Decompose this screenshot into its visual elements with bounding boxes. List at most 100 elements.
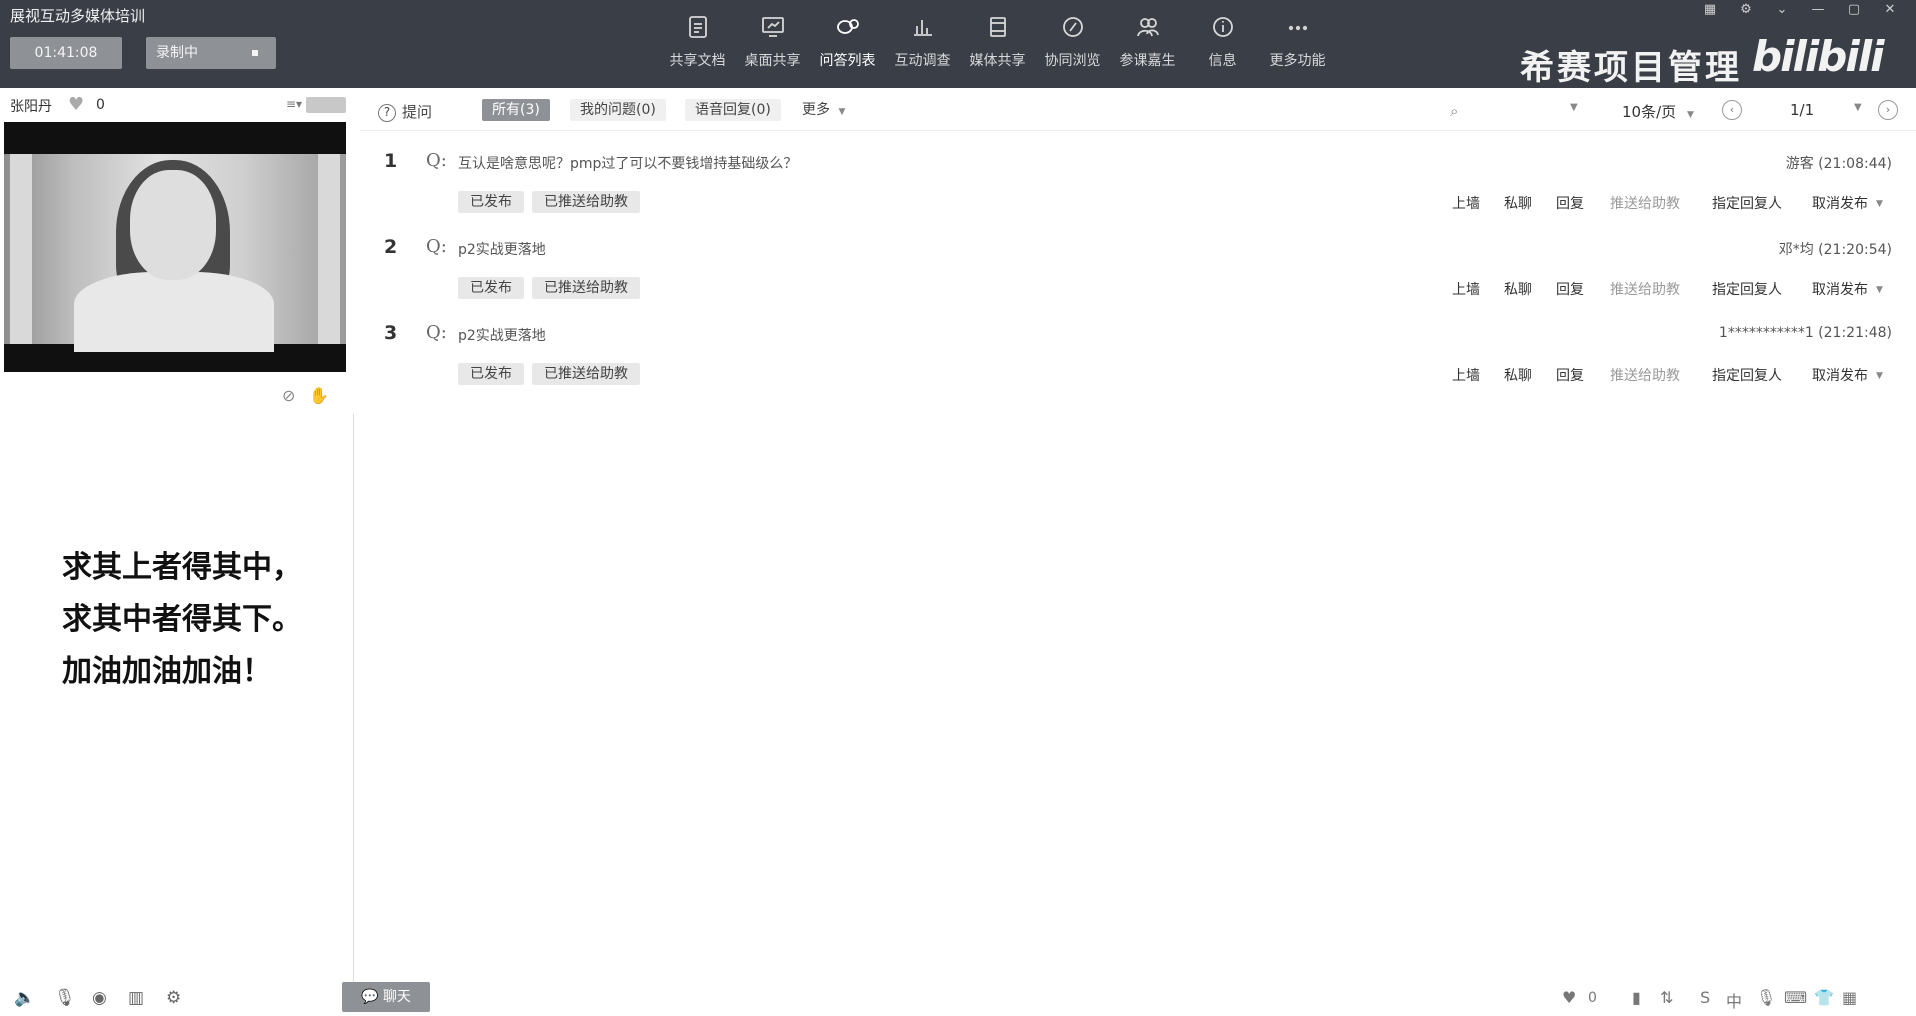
unpublish-label: 取消发布 (1812, 196, 1868, 212)
raise-hand-icon[interactable]: ✋ (309, 386, 329, 405)
slogan-text: 求其上者得其中， 求其中者得其下。 加油加油加油！ (62, 542, 302, 698)
question-prefix: Q: (426, 150, 447, 171)
record-button[interactable]: 录制中 (146, 37, 276, 69)
microphone-icon[interactable]: 🎙 (54, 988, 76, 1008)
chevron-down-icon: ▼ (838, 107, 846, 117)
question-number: 1 (384, 150, 398, 172)
tool-info[interactable]: 信息 (1185, 12, 1260, 76)
filter-all[interactable]: 所有(3) (482, 99, 550, 121)
tool-label: 参课嘉生 (1119, 53, 1176, 69)
toolbox-icon[interactable]: ▦ (1842, 988, 1857, 1007)
reply-button[interactable]: 回复 (1556, 279, 1584, 299)
wall-button[interactable]: 上墙 (1452, 279, 1480, 299)
tool-co-browse[interactable]: 协同浏览 (1035, 12, 1110, 76)
more-icon (1283, 12, 1313, 42)
unpublish-button[interactable]: 取消发布 ▼ (1812, 193, 1883, 213)
wall-button[interactable]: 上墙 (1452, 193, 1480, 213)
volume-meter-icon[interactable]: ▥ (128, 988, 144, 1008)
qa-toolbar: ? 提问 所有(3) 我的问题(0) 语音回复(0) 更多 ▼ ⌕ ▼ 10条/页… (360, 96, 1916, 124)
network-traffic-icon: ⇅ (1660, 988, 1674, 1007)
input-method-icon[interactable]: S (1700, 988, 1710, 1007)
tool-participants[interactable]: 参课嘉生 (1110, 12, 1185, 76)
microphone-icon[interactable]: 🎙 (1756, 988, 1776, 1007)
pushed-tag: 已推送给助教 (532, 191, 640, 213)
private-chat-button[interactable]: 私聊 (1504, 193, 1532, 213)
ask-label: 提问 (402, 103, 433, 121)
reply-button[interactable]: 回复 (1556, 365, 1584, 385)
heart-icon[interactable]: ♥ (1562, 988, 1576, 1007)
close-icon[interactable]: ✕ (1872, 0, 1908, 18)
tool-survey[interactable]: 互动调查 (885, 12, 960, 76)
push-to-assistant-button[interactable]: 推送给助教 (1610, 193, 1680, 213)
slogan-line: 求其中者得其下。 (62, 602, 302, 637)
bilibili-logo: bilibili (1752, 32, 1885, 81)
filter-voice-replies[interactable]: 语音回复(0) (685, 99, 781, 121)
tool-desktop-share[interactable]: 桌面共享 (735, 12, 810, 76)
speaker-icon[interactable]: 🔈 (14, 988, 35, 1008)
tool-media-share[interactable]: 媒体共享 (960, 12, 1035, 76)
collapse-icon[interactable]: ⌄ (1764, 0, 1800, 18)
desktop-share-icon (758, 12, 788, 42)
video-toggle[interactable] (306, 97, 346, 113)
presenter-row: 张阳丹 ♥ 0 ≡▾ (0, 88, 354, 118)
assign-responder-button[interactable]: 指定回复人 (1712, 193, 1782, 213)
window-controls: ▦ ⚙ ⌄ — ▢ ✕ (1692, 0, 1908, 18)
info-icon (1208, 12, 1238, 42)
qa-panel: ? 提问 所有(3) 我的问题(0) 语音回复(0) 更多 ▼ ⌕ ▼ 10条/页… (360, 88, 1916, 1016)
unpublish-button[interactable]: 取消发布 ▼ (1812, 279, 1883, 299)
settings-icon[interactable]: ⚙ (1728, 0, 1764, 18)
camera-icon[interactable]: ◉ (92, 988, 107, 1008)
chevron-down-icon: ▼ (1876, 371, 1883, 381)
filter-more[interactable]: 更多 ▼ (792, 99, 855, 121)
pushed-tag: 已推送给助教 (532, 277, 640, 299)
question-row: 1 Q: 互认是啥意思呢？pmp过了可以不要钱增持基础级么？ 游客 (21:08… (360, 144, 1916, 230)
tool-more[interactable]: 更多功能 (1260, 12, 1335, 76)
skin-icon[interactable]: 👕 (1814, 988, 1834, 1007)
reply-button[interactable]: 回复 (1556, 193, 1584, 213)
unpublish-button[interactable]: 取消发布 ▼ (1812, 365, 1883, 385)
media-share-icon (983, 12, 1013, 42)
timer-button[interactable]: 01:41:08 (10, 37, 122, 69)
prev-page-icon[interactable]: ‹ (1722, 100, 1742, 120)
assign-responder-button[interactable]: 指定回复人 (1712, 279, 1782, 299)
question-number: 2 (384, 236, 398, 258)
left-panel: 张阳丹 ♥ 0 ≡▾ ⊘ ✋ 求其上者得其中， 求其中者得其下。 加油加油加油！ (0, 88, 354, 1016)
keyboard-icon[interactable]: ⌨ (1784, 988, 1807, 1007)
push-to-assistant-button[interactable]: 推送给助教 (1610, 365, 1680, 385)
video-layout-icon[interactable]: ≡▾ (286, 97, 302, 111)
tool-share-document[interactable]: 共享文档 (660, 12, 735, 76)
input-language-icon[interactable]: 中 (1726, 988, 1742, 1012)
published-tag: 已发布 (458, 191, 524, 213)
brand-watermark: 希赛项目管理 (1520, 48, 1742, 88)
unpublish-label: 取消发布 (1812, 282, 1868, 298)
next-page-icon[interactable]: › (1878, 100, 1898, 120)
video-screen-panel (318, 154, 340, 344)
per-page-select[interactable]: 10条/页 ▼ (1622, 101, 1694, 122)
heart-icon[interactable]: ♥ (68, 94, 84, 115)
bottom-media-bar: 🔈 🎙 ◉ ▥ ⚙ (0, 980, 354, 1016)
question-prefix: Q: (426, 236, 447, 257)
function-toolbar: 共享文档 桌面共享 问答列表 互动调查 媒体共享 协同浏览 参课嘉生 信息 更多… (660, 12, 1335, 76)
search-dropdown-icon[interactable]: ▼ (1570, 102, 1578, 113)
ask-button[interactable]: ? 提问 (378, 101, 432, 122)
tool-label: 更多功能 (1269, 53, 1326, 69)
assign-responder-button[interactable]: 指定回复人 (1712, 365, 1782, 385)
layout-icon[interactable]: ▦ (1692, 0, 1728, 18)
mute-video-icon[interactable]: ⊘ (282, 386, 295, 405)
document-icon (683, 12, 713, 42)
private-chat-button[interactable]: 私聊 (1504, 365, 1532, 385)
minimize-icon[interactable]: — (1800, 0, 1836, 18)
tool-qa-list[interactable]: 问答列表 (810, 12, 885, 76)
page-dropdown-icon[interactable]: ▼ (1854, 102, 1862, 113)
maximize-icon[interactable]: ▢ (1836, 0, 1872, 18)
tool-label: 协同浏览 (1044, 53, 1101, 69)
push-to-assistant-button[interactable]: 推送给助教 (1610, 279, 1680, 299)
search-icon[interactable]: ⌕ (1450, 102, 1458, 120)
slogan-line: 求其上者得其中， (62, 550, 302, 585)
filter-my-questions[interactable]: 我的问题(0) (570, 99, 666, 121)
wall-button[interactable]: 上墙 (1452, 365, 1480, 385)
settings-icon[interactable]: ⚙ (166, 988, 181, 1008)
presenter-name: 张阳丹 (10, 99, 52, 115)
question-author-time: 邓*均 (21:20:54) (1778, 242, 1892, 258)
private-chat-button[interactable]: 私聊 (1504, 279, 1532, 299)
